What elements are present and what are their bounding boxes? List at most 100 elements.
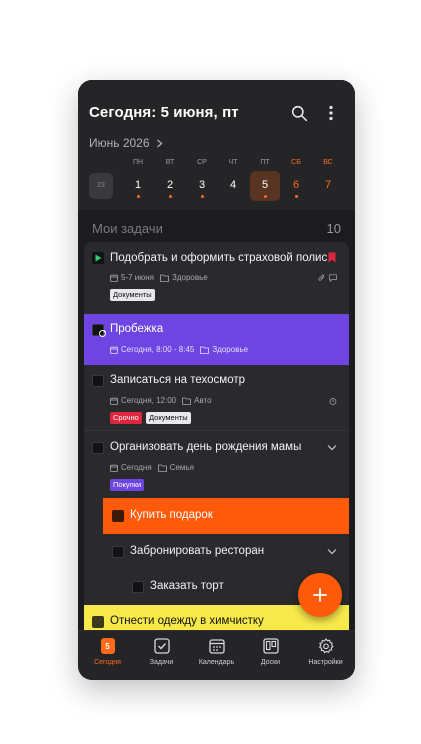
- task-dot: [201, 195, 204, 198]
- task-count: 10: [326, 221, 341, 236]
- task-checkbox[interactable]: [112, 510, 124, 522]
- alarm-icon: [329, 398, 337, 405]
- chevron-down-icon: [327, 445, 337, 451]
- more-menu-button[interactable]: [320, 102, 342, 124]
- task-list: Подобрать и оформить страховой полис 5-7…: [84, 242, 349, 630]
- calendar-day-number: 4: [229, 179, 237, 191]
- play-icon: [95, 254, 102, 262]
- weekday-label: ЧТ: [228, 159, 238, 166]
- task-checkbox[interactable]: [132, 581, 144, 593]
- calendar-day-number: 2: [166, 179, 174, 191]
- task-folder: Здоровье: [172, 273, 208, 282]
- calendar-day-number: 3: [198, 179, 206, 191]
- tasks-icon: [153, 638, 170, 654]
- task-title: Организовать день рождения мамы: [110, 441, 302, 453]
- task-title: Записаться на техосмотр: [110, 374, 246, 386]
- nav-label: Настройки: [308, 659, 343, 666]
- task-date: Сегодня, 12:00: [121, 396, 177, 405]
- calendar-icon: [110, 464, 118, 472]
- weekday-label: ВТ: [165, 159, 175, 166]
- calendar-day[interactable]: 6: [284, 173, 308, 199]
- nav-item-boards[interactable]: Доски: [243, 637, 298, 666]
- task-dot: [264, 195, 267, 198]
- weekday-label: ВС: [323, 159, 333, 166]
- task-title: Подобрать и оформить страховой полис: [110, 252, 328, 264]
- chevron-right-icon: [156, 139, 163, 147]
- task-title: Пробежка: [110, 323, 164, 335]
- chevron-down-icon: [327, 549, 337, 555]
- task-item[interactable]: Подобрать и оформить страховой полис 5-7…: [84, 242, 349, 314]
- weekday-label: СР: [197, 159, 207, 166]
- add-task-button[interactable]: [298, 573, 342, 617]
- task-meta: Сегодня, 8:00 - 8:45 Здоровье: [110, 345, 248, 354]
- nav-item-today[interactable]: 5 Сегодня: [80, 637, 135, 666]
- nav-item-calendar[interactable]: Календарь: [189, 637, 244, 666]
- tag-documents[interactable]: Документы: [146, 412, 191, 424]
- calendar-day[interactable]: 4: [221, 173, 245, 199]
- calendar-day[interactable]: 1: [126, 173, 150, 199]
- repeat-icon: [99, 329, 107, 337]
- task-date: Сегодня: [121, 463, 152, 472]
- nav-item-tasks[interactable]: Задачи: [134, 637, 189, 666]
- weekday-label: ПН: [132, 159, 144, 166]
- nav-label: Задачи: [149, 659, 174, 666]
- plus-icon: [313, 588, 327, 602]
- tag-documents[interactable]: Документы: [110, 289, 155, 301]
- subtask-item[interactable]: Забронировать ресторан: [84, 534, 349, 569]
- calendar-icon: [110, 274, 118, 282]
- folder-icon: [157, 464, 167, 472]
- task-checkbox[interactable]: [92, 375, 104, 387]
- attachment-icon: [318, 274, 325, 281]
- bottom-nav: 5 Сегодня Задачи Календарь Доски Настрой…: [78, 630, 355, 680]
- section-title: Мои задачи: [92, 221, 163, 236]
- tag-urgent[interactable]: Срочно: [110, 412, 142, 424]
- task-date: Сегодня, 8:00 - 8:45: [121, 345, 195, 354]
- calendar-day-number: 6: [292, 179, 300, 191]
- more-vertical-icon: [329, 105, 333, 121]
- tag-purchases[interactable]: Покупки: [110, 479, 145, 491]
- comment-icon: [329, 274, 337, 282]
- task-item[interactable]: Записаться на техосмотр Сегодня, 12:00 А…: [84, 365, 349, 430]
- boards-icon: [262, 638, 279, 654]
- folder-icon: [182, 397, 192, 405]
- task-item[interactable]: Организовать день рождения мамы Сегодня …: [84, 431, 349, 497]
- task-meta: Сегодня Семья: [110, 463, 194, 472]
- calendar-day-number: 1: [134, 179, 142, 191]
- search-button[interactable]: [288, 102, 310, 124]
- calendar-day-number: 5: [261, 179, 269, 191]
- task-dot: [137, 195, 140, 198]
- calendar-day[interactable]: 3: [190, 173, 214, 199]
- weekday-label: СБ: [291, 159, 301, 166]
- search-icon: [291, 105, 307, 121]
- calendar-day-number: 7: [324, 179, 332, 191]
- task-title: Купить подарок: [130, 509, 213, 521]
- task-checkbox[interactable]: [92, 616, 104, 628]
- task-meta: 5-7 июня Здоровье: [110, 273, 208, 282]
- settings-icon: [318, 638, 334, 654]
- calendar-day[interactable]: 2: [158, 173, 182, 199]
- task-date: 5-7 июня: [121, 273, 155, 282]
- today-icon: 5: [100, 638, 115, 654]
- weekday-label: ПТ: [260, 159, 270, 166]
- nav-label: Сегодня: [94, 659, 121, 666]
- folder-icon: [200, 346, 210, 354]
- folder-icon: [160, 274, 169, 282]
- calendar-day-prev[interactable]: 23: [89, 173, 113, 199]
- play-button[interactable]: [92, 252, 104, 264]
- nav-item-settings[interactable]: Настройки: [298, 637, 353, 666]
- task-folder: Здоровье: [212, 345, 249, 354]
- task-item-highlighted[interactable]: Пробежка Сегодня, 8:00 - 8:45 Здоровье: [84, 314, 349, 365]
- header: Сегодня: 5 июня, пт Июнь 2026 ПН ВТ СР Ч…: [78, 80, 355, 210]
- task-meta: Сегодня, 12:00 Авто: [110, 396, 212, 405]
- calendar-icon: [110, 346, 118, 354]
- calendar-day[interactable]: 7: [316, 173, 340, 199]
- page-title: Сегодня: 5 июня, пт: [89, 104, 239, 121]
- nav-label: Доски: [260, 659, 281, 666]
- subtask-item-highlighted[interactable]: Купить подарок: [103, 498, 349, 534]
- task-checkbox[interactable]: [112, 546, 124, 558]
- task-dot: [295, 195, 298, 198]
- calendar-day-selected[interactable]: 5: [250, 171, 280, 201]
- month-selector[interactable]: Июнь 2026: [89, 136, 163, 150]
- bookmark-icon: [328, 252, 336, 263]
- task-checkbox[interactable]: [92, 442, 104, 454]
